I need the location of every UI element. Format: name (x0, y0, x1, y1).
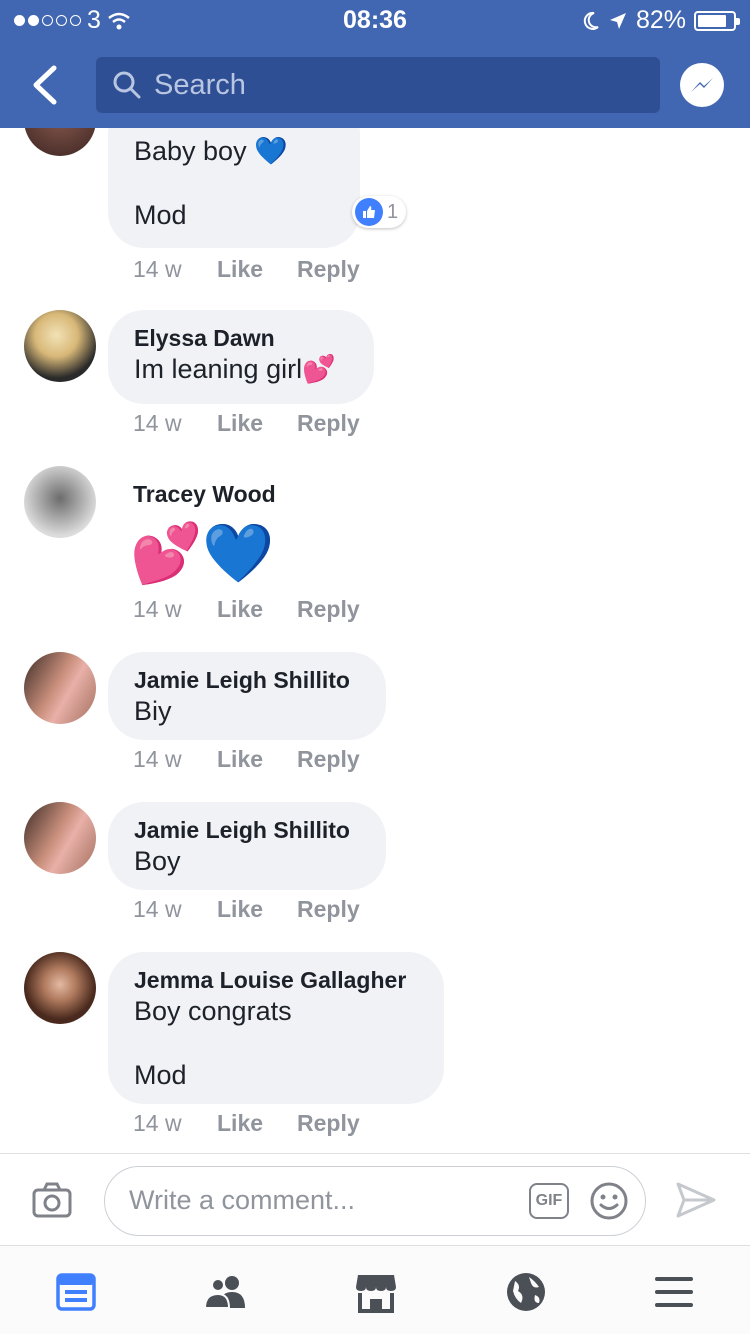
search-bar[interactable] (96, 57, 660, 113)
moon-icon (583, 11, 599, 30)
commenter-name[interactable]: Jamie Leigh Shillito (134, 816, 360, 844)
comment-text-line: Mod (134, 200, 187, 230)
commenter-name[interactable]: Tracey Wood (133, 480, 276, 508)
messenger-button[interactable] (680, 63, 724, 107)
top-bar: 3 08:36 82% (0, 0, 750, 128)
commenter-name[interactable]: Jemma Louise Gallagher (134, 966, 418, 994)
commenter-name[interactable]: Elyssa Dawn (134, 324, 348, 352)
send-icon (676, 1182, 716, 1218)
comment-time: 14 w (133, 1110, 182, 1136)
comment-time: 14 w (133, 746, 182, 772)
comment-bubble: Jamie Leigh Shillito Boy (108, 802, 386, 890)
comment-actions: 14 w Like Reply (133, 256, 360, 283)
like-count: 1 (387, 200, 399, 223)
messenger-icon (691, 78, 713, 92)
bottom-tab-bar (0, 1245, 750, 1334)
search-input[interactable] (154, 68, 634, 102)
search-icon (113, 71, 141, 99)
reply-link[interactable]: Reply (297, 896, 360, 923)
avatar[interactable] (24, 466, 96, 538)
like-link[interactable]: Like (217, 256, 297, 283)
reply-link[interactable]: Reply (297, 596, 360, 623)
avatar[interactable] (24, 802, 96, 874)
battery-icon (694, 10, 740, 31)
avatar[interactable] (24, 652, 96, 724)
comment-text-line: Boy (134, 846, 181, 876)
avatar[interactable] (24, 128, 96, 156)
gif-button[interactable]: GIF (529, 1183, 569, 1219)
comment-actions: 14 w Like Reply (133, 596, 360, 623)
status-right: 82% (582, 6, 740, 35)
location-arrow-icon (609, 12, 626, 29)
tab-notifications[interactable] (502, 1268, 550, 1316)
thumbs-up-icon (355, 198, 383, 226)
comment-text-line: Mod (134, 1060, 187, 1090)
camera-icon (32, 1182, 72, 1218)
like-link[interactable]: Like (217, 410, 297, 437)
reply-link[interactable]: Reply (297, 256, 360, 283)
comment-text-line: Baby boy 💙 (134, 136, 288, 166)
send-button[interactable] (674, 1178, 718, 1222)
tab-news-feed[interactable] (52, 1268, 100, 1316)
smiley-icon (590, 1182, 628, 1220)
reply-link[interactable]: Reply (297, 1110, 360, 1137)
tab-marketplace[interactable] (352, 1268, 400, 1316)
comment-text-line: Im leaning girl💕 (134, 354, 336, 384)
comment-bubble: Jamie Leigh Shillito Biy (108, 652, 386, 740)
comment-composer: GIF (0, 1153, 750, 1245)
like-link[interactable]: Like (217, 896, 297, 923)
comment-text-line: Biy (134, 696, 172, 726)
avatar[interactable] (24, 952, 96, 1024)
comment-bubble: Jemma Louise Gallagher Boy congrats Mod (108, 952, 444, 1104)
comment-time: 14 w (133, 596, 182, 622)
status-bar: 3 08:36 82% (0, 0, 750, 40)
friends-icon (203, 1276, 245, 1309)
comment-field[interactable]: GIF (104, 1166, 646, 1236)
avatar[interactable] (24, 310, 96, 382)
like-count-badge[interactable]: 1 (352, 196, 407, 228)
tab-menu[interactable] (650, 1268, 698, 1316)
sticker-button[interactable] (589, 1181, 629, 1221)
comment-time: 14 w (133, 410, 182, 436)
reply-link[interactable]: Reply (297, 746, 360, 773)
like-link[interactable]: Like (217, 1110, 297, 1137)
back-button[interactable] (22, 60, 68, 110)
menu-icon (655, 1277, 693, 1307)
chevron-left-icon (33, 65, 57, 105)
comment-actions: 14 w Like Reply (133, 1110, 360, 1137)
comment-bubble: Elyssa Dawn Im leaning girl💕 (108, 310, 374, 404)
emoji-comment: 💕💙 (130, 521, 275, 586)
comment-list[interactable]: Baby boy 💙 Mod 1 14 w Like Reply Elyssa … (0, 128, 750, 1152)
comment-text-line: Boy congrats (134, 996, 292, 1026)
comment-actions: 14 w Like Reply (133, 410, 360, 437)
camera-button[interactable] (30, 1178, 74, 1222)
comment-bubble: Baby boy 💙 Mod (108, 128, 360, 248)
comment-text-line (134, 1028, 418, 1058)
news-feed-icon (56, 1273, 96, 1311)
marketplace-icon (356, 1275, 396, 1313)
tab-friends[interactable] (202, 1268, 250, 1316)
comment-actions: 14 w Like Reply (133, 896, 360, 923)
comment-time: 14 w (133, 256, 182, 282)
like-link[interactable]: Like (217, 746, 297, 773)
reply-link[interactable]: Reply (297, 410, 360, 437)
commenter-name[interactable]: Jamie Leigh Shillito (134, 666, 360, 694)
battery-percent: 82% (635, 6, 686, 34)
comment-input[interactable] (129, 1185, 519, 1216)
comment-actions: 14 w Like Reply (133, 746, 360, 773)
globe-icon (507, 1273, 545, 1311)
comment-time: 14 w (133, 896, 182, 922)
like-link[interactable]: Like (217, 596, 297, 623)
comment-text-line (134, 168, 334, 198)
